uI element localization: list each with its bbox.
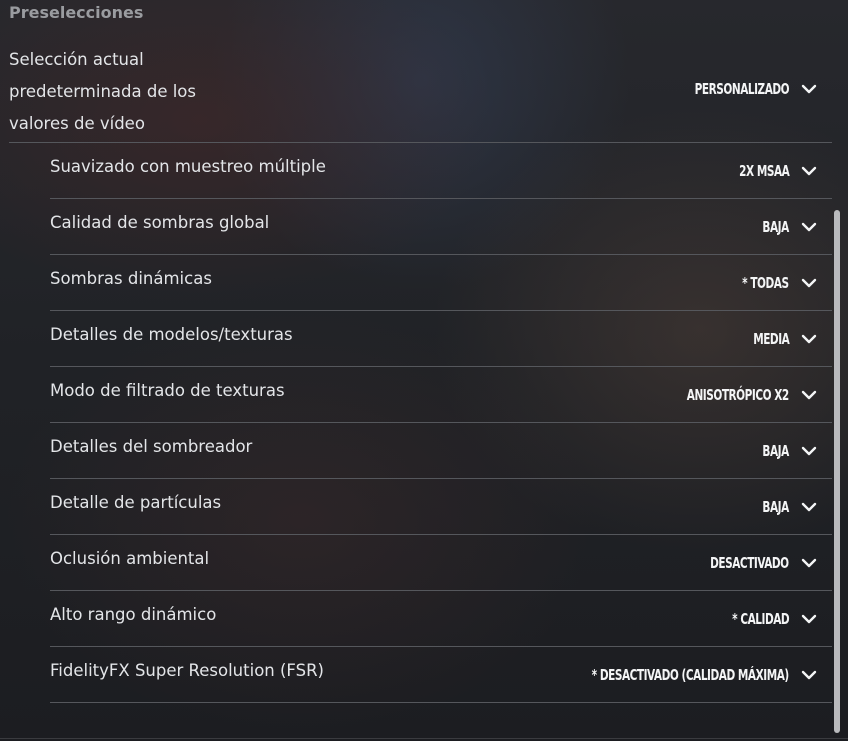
setting-value: BAJA (762, 498, 790, 516)
setting-dropdown-dynamic-shadows[interactable]: * TODAS (729, 274, 832, 292)
setting-value: DESACTIVADO (710, 554, 789, 572)
setting-label: Alto rango dinámico (50, 605, 217, 624)
setting-row-fsr: FidelityFX Super Resolution (FSR) * DESA… (50, 647, 832, 703)
setting-label: Sombras dinámicas (50, 269, 212, 288)
chevron-down-icon (801, 165, 817, 177)
chevron-down-icon (801, 221, 817, 233)
preset-label-line: predeterminada de los (9, 82, 196, 101)
setting-value: * CALIDAD (731, 610, 790, 628)
setting-dropdown-model-texture-detail[interactable]: MEDIA (743, 330, 832, 348)
setting-label: Oclusión ambiental (50, 549, 210, 568)
chevron-down-icon (801, 501, 817, 513)
chevron-down-icon (801, 277, 817, 289)
preset-row: Selección actual predeterminada de los v… (9, 42, 832, 143)
setting-label: Modo de filtrado de texturas (50, 381, 285, 400)
setting-value: ANISOTRÓPICO X2 (686, 386, 789, 404)
setting-label: Calidad de sombras global (50, 213, 270, 232)
setting-value: BAJA (762, 218, 790, 236)
section-title: Preselecciones (9, 3, 144, 22)
setting-dropdown-texture-filtering[interactable]: ANISOTRÓPICO X2 (658, 386, 832, 404)
setting-dropdown-particle-detail[interactable]: BAJA (755, 498, 832, 516)
setting-row-texture-filtering: Modo de filtrado de texturas ANISOTRÓPIC… (50, 367, 832, 423)
setting-dropdown-hdr[interactable]: * CALIDAD (716, 610, 832, 628)
chevron-down-icon (801, 557, 817, 569)
chevron-down-icon (801, 83, 817, 95)
setting-value: 2X MSAA (738, 162, 790, 180)
preset-value: PERSONALIZADO (694, 80, 789, 98)
setting-row-shader-detail: Detalles del sombreador BAJA (50, 423, 832, 479)
chevron-down-icon (801, 445, 817, 457)
bottom-divider (0, 738, 848, 739)
setting-row-global-shadow-quality: Calidad de sombras global BAJA (50, 199, 832, 255)
setting-dropdown-global-shadow-quality[interactable]: BAJA (755, 218, 832, 236)
setting-label: Detalles del sombreador (50, 437, 253, 456)
setting-value: * DESACTIVADO (CALIDAD MÁXIMA) (591, 666, 790, 684)
setting-value: MEDIA (752, 330, 790, 348)
setting-dropdown-shader-detail[interactable]: BAJA (755, 442, 832, 460)
settings-list: Suavizado con muestreo múltiple 2X MSAA … (50, 143, 832, 703)
preset-dropdown[interactable]: PERSONALIZADO (668, 80, 832, 98)
setting-value: BAJA (762, 442, 790, 460)
setting-row-hdr: Alto rango dinámico * CALIDAD (50, 591, 832, 647)
setting-dropdown-ambient-occlusion[interactable]: DESACTIVADO (688, 554, 832, 572)
preset-label-line: Selección actual (9, 50, 144, 69)
setting-row-model-texture-detail: Detalles de modelos/texturas MEDIA (50, 311, 832, 367)
preset-label-line: valores de vídeo (9, 114, 145, 133)
setting-label: Detalles de modelos/texturas (50, 325, 293, 344)
chevron-down-icon (801, 389, 817, 401)
chevron-down-icon (801, 333, 817, 345)
setting-row-msaa: Suavizado con muestreo múltiple 2X MSAA (50, 143, 832, 199)
chevron-down-icon (801, 669, 817, 681)
scrollbar-thumb[interactable] (834, 210, 840, 733)
setting-dropdown-fsr[interactable]: * DESACTIVADO (CALIDAD MÁXIMA) (536, 666, 832, 684)
setting-value: * TODAS (742, 274, 790, 292)
setting-row-dynamic-shadows: Sombras dinámicas * TODAS (50, 255, 832, 311)
chevron-down-icon (801, 613, 817, 625)
setting-row-particle-detail: Detalle de partículas BAJA (50, 479, 832, 535)
setting-label: Detalle de partículas (50, 493, 222, 512)
setting-dropdown-msaa[interactable]: 2X MSAA (725, 162, 832, 180)
setting-label: FidelityFX Super Resolution (FSR) (50, 661, 324, 680)
setting-label: Suavizado con muestreo múltiple (50, 157, 326, 176)
preset-label: Selección actual predeterminada de los v… (9, 44, 209, 140)
setting-row-ambient-occlusion: Oclusión ambiental DESACTIVADO (50, 535, 832, 591)
